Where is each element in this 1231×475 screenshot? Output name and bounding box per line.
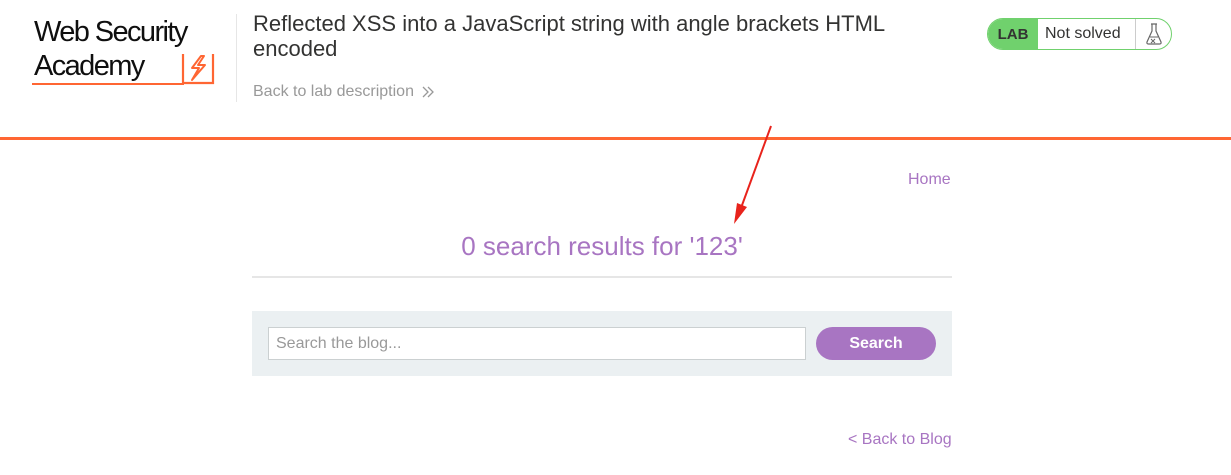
double-chevron-right-icon [422, 86, 434, 98]
web-security-academy-logo[interactable]: Web Security Academy [32, 16, 232, 88]
flask-icon-container[interactable] [1136, 19, 1171, 49]
back-to-blog-link[interactable]: < Back to Blog [848, 431, 952, 449]
lightning-bolt-icon [181, 54, 215, 85]
logo-text-line1: Web Security [34, 16, 188, 48]
lab-status-text: Not solved [1038, 19, 1136, 49]
search-button[interactable]: Search [816, 327, 936, 360]
search-input[interactable] [268, 327, 806, 360]
back-to-lab-description-link[interactable]: Back to lab description [253, 83, 435, 101]
lab-status-widget: LAB Not solved [987, 18, 1172, 50]
search-results-heading: 0 search results for '123' [461, 231, 743, 261]
site-header: Web Security Academy Reflected XSS into … [0, 0, 1231, 140]
blog-search-panel: Search [252, 311, 952, 376]
flask-icon [1145, 23, 1162, 45]
lab-title: Reflected XSS into a JavaScript string w… [253, 11, 885, 61]
results-divider [252, 276, 952, 278]
back-link-label: Back to lab description [253, 83, 414, 100]
logo-underline [32, 83, 184, 85]
lab-badge: LAB [988, 19, 1038, 49]
logo-text-line2: Academy [34, 50, 145, 82]
home-link[interactable]: Home [908, 171, 951, 189]
header-divider [236, 14, 237, 102]
